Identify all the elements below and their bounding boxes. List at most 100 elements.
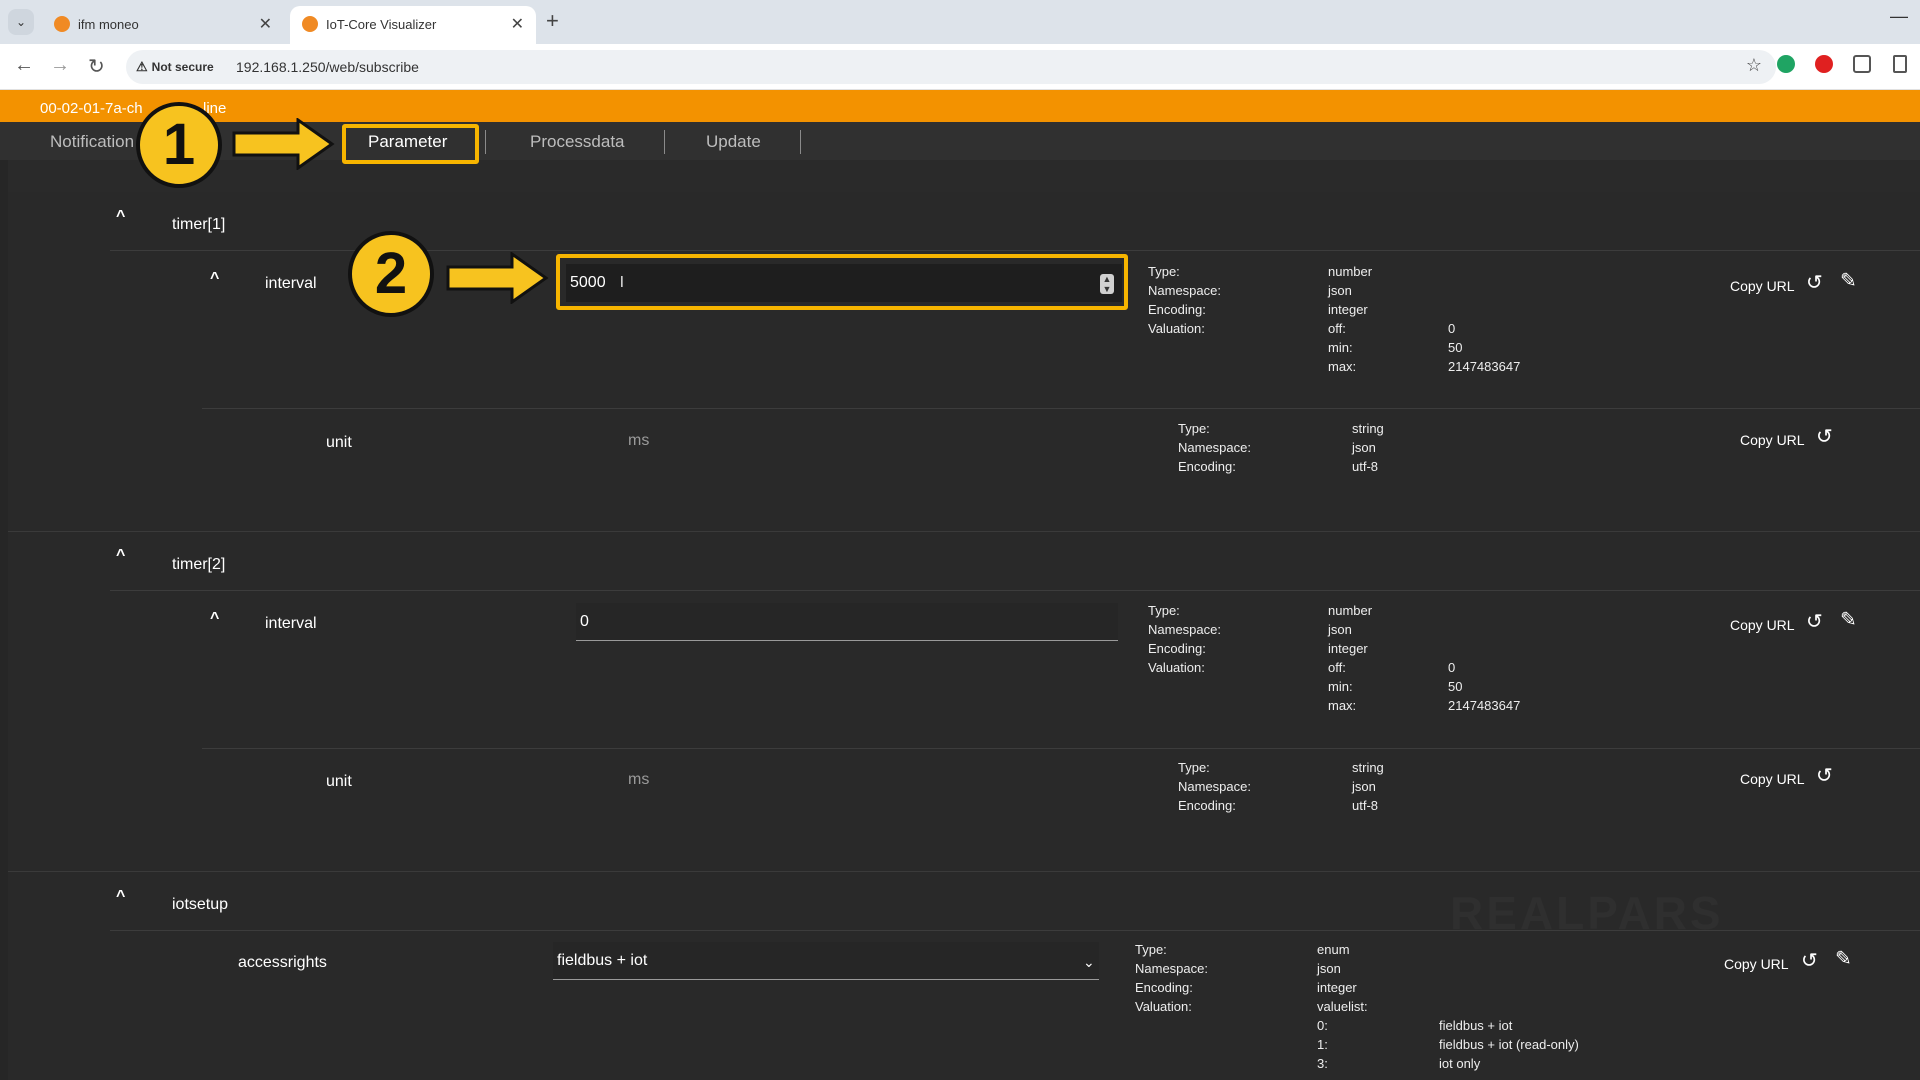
collapse-caret-icon[interactable]: ^ [116,208,125,226]
back-icon[interactable]: ← [14,54,34,77]
interval-input[interactable]: 0 [576,603,1118,641]
close-icon[interactable]: ✕ [511,14,524,34]
meta-value: json [1352,440,1376,455]
nav-divider [800,130,801,154]
nav-divider [664,130,665,154]
meta-key: Type: [1135,942,1167,957]
accessrights-select[interactable]: fieldbus + iot [553,942,1099,980]
meta-value: string [1352,760,1384,775]
interval-input-highlight [556,254,1128,310]
bookmark-star-icon[interactable]: ☆ [1746,55,1762,76]
collapse-caret-icon[interactable]: ^ [116,888,125,906]
collapse-caret-icon[interactable]: ^ [210,270,219,288]
meta-value: iot only [1439,1056,1481,1071]
unit-metadata: Type: Namespace: Encoding: string json u… [1178,758,1478,818]
meta-value: number [1328,603,1373,618]
url-text[interactable]: 192.168.1.250/web/subscribe [236,59,419,75]
tab-update[interactable]: Update [706,132,761,152]
tab-title: ifm moneo [78,17,139,32]
warning-icon: ⚠ [136,59,148,74]
minimize-icon[interactable]: — [1890,6,1908,27]
browser-tab-iot-core[interactable]: IoT-Core Visualizer ✕ [290,6,536,44]
tab-processdata[interactable]: Processdata [530,132,625,152]
copy-url-button[interactable]: Copy URL [1730,278,1795,294]
edit-pencil-icon[interactable]: ✎ [1840,607,1857,632]
meta-value: min: [1328,679,1353,694]
security-label: Not secure [151,60,214,74]
accessrights-metadata: Type: Namespace: Encoding: Valuation: en… [1135,940,1655,1080]
param-label: unit [326,773,352,790]
step-2-badge: 2 [348,231,434,317]
param-label: interval [265,275,317,292]
meta-key: Valuation: [1135,999,1192,1014]
interval-metadata: Type: Namespace: Encoding: Valuation: nu… [1148,262,1548,382]
meta-value: 50 [1448,679,1463,694]
extension-grammarly-icon[interactable] [1777,55,1795,73]
meta-key: Namespace: [1178,440,1251,455]
browser-tab-ifm-moneo[interactable]: ifm moneo ✕ [42,6,284,44]
meta-key: Encoding: [1178,798,1236,813]
tab-notification[interactable]: Notification [50,132,134,152]
meta-value: 0 [1448,321,1456,336]
meta-key: Type: [1148,264,1180,279]
meta-key: Encoding: [1135,980,1193,995]
refresh-icon[interactable]: ↺ [1816,424,1833,449]
section-title: timer[1] [172,216,226,233]
forward-icon[interactable]: → [50,54,70,77]
divider [202,408,1920,409]
copy-url-button[interactable]: Copy URL [1740,771,1805,787]
meta-value: string [1352,421,1384,436]
unit-value: ms [628,771,650,788]
edit-pencil-icon[interactable]: ✎ [1840,268,1857,293]
meta-key: Valuation: [1148,660,1205,675]
meta-value: number [1328,264,1373,279]
device-name: 00-02-01-7a-ch [40,100,143,117]
copy-url-button[interactable]: Copy URL [1730,617,1795,633]
sidebar-icon[interactable] [1893,55,1907,73]
meta-value: json [1328,622,1352,637]
new-tab-icon[interactable]: + [546,8,559,34]
meta-value: valuelist: [1317,999,1368,1014]
edit-pencil-icon[interactable]: ✎ [1835,946,1852,971]
divider [110,590,1920,591]
section-timer2 [8,532,1920,872]
refresh-icon[interactable]: ↺ [1806,270,1823,295]
meta-value: 0 [1448,660,1456,675]
tab-title: IoT-Core Visualizer [326,17,437,32]
refresh-icon[interactable]: ↺ [1801,948,1818,973]
input-value: 0 [580,613,589,630]
collapse-caret-icon[interactable]: ^ [210,610,219,628]
meta-value: utf-8 [1352,798,1379,813]
security-indicator[interactable]: ⚠ Not secure [136,59,214,75]
extensions-puzzle-icon[interactable] [1853,55,1871,73]
meta-key: Namespace: [1148,283,1221,298]
refresh-icon[interactable]: ↺ [1806,609,1823,634]
meta-value: 1: [1317,1037,1328,1052]
chevron-down-icon[interactable]: ⌄ [1083,954,1095,971]
reload-icon[interactable]: ↻ [88,54,105,79]
meta-key: Namespace: [1148,622,1221,637]
meta-key: Valuation: [1148,321,1205,336]
meta-value: 50 [1448,340,1463,355]
tab-search-icon[interactable]: ⌄ [8,9,34,35]
nav-divider [485,130,486,154]
select-value: fieldbus + iot [557,952,648,969]
meta-value: max: [1328,698,1357,713]
realpars-watermark: REALPARS [1450,887,1724,939]
meta-value: json [1352,779,1376,794]
meta-value: json [1317,961,1341,976]
browser-toolbar: ← → ↻ ⚠ Not secure 192.168.1.250/web/subs… [0,44,1920,90]
collapse-caret-icon[interactable]: ^ [116,547,125,565]
meta-key: Namespace: [1135,961,1208,976]
extension-opera-icon[interactable] [1815,55,1833,73]
copy-url-button[interactable]: Copy URL [1740,432,1805,448]
close-icon[interactable]: ✕ [259,14,272,34]
meta-key: Namespace: [1178,779,1251,794]
address-bar[interactable]: ⚠ Not secure 192.168.1.250/web/subscribe … [126,50,1776,84]
copy-url-button[interactable]: Copy URL [1724,956,1789,972]
meta-key: Encoding: [1148,641,1206,656]
meta-value: 2147483647 [1448,698,1521,713]
refresh-icon[interactable]: ↺ [1816,763,1833,788]
meta-value: json [1328,283,1352,298]
interval-metadata: Type: Namespace: Encoding: Valuation: nu… [1148,601,1548,721]
